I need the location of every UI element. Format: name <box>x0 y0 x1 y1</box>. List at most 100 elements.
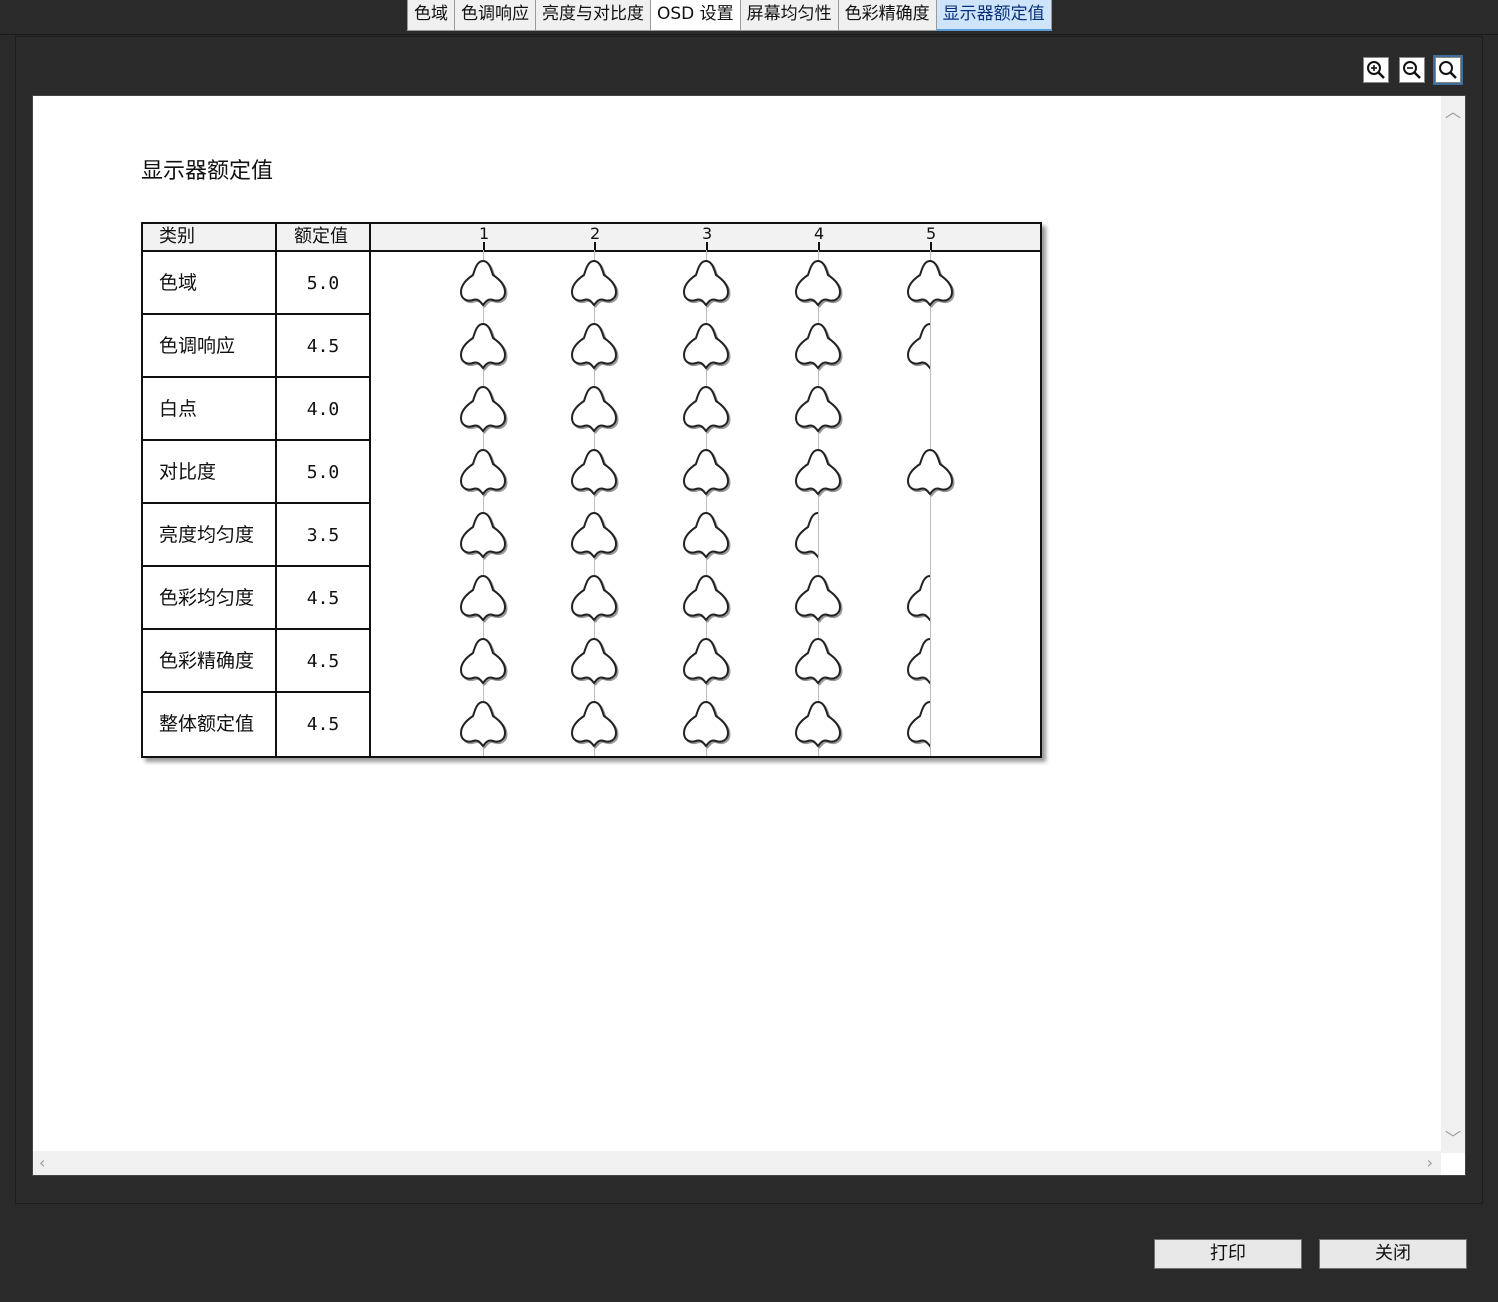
rating-icon <box>459 448 508 497</box>
tab-gamut[interactable]: 色域 <box>407 0 454 31</box>
table-header: 类别 额定值 1 2 3 4 5 <box>143 224 1040 252</box>
row-rating: 4.5 <box>306 714 340 735</box>
rating-icon <box>794 448 843 497</box>
table-row: 对比度 5.0 <box>143 441 370 504</box>
rating-icon <box>906 322 930 370</box>
header-category: 类别 <box>159 226 195 247</box>
zoom-out-button[interactable] <box>1399 57 1425 83</box>
scale-tick <box>483 242 485 250</box>
rating-icon <box>906 448 955 497</box>
scale-label-5: 5 <box>926 224 937 243</box>
rating-icons <box>459 259 955 749</box>
rating-icon <box>459 259 508 308</box>
rating-icon <box>459 574 508 623</box>
rating-icon <box>682 259 731 308</box>
rating-icon <box>682 322 731 371</box>
report-viewport[interactable]: 显示器额定值 类别 额定值 1 2 3 4 5 色域 5.0 色调响应 4.5 … <box>32 95 1466 1176</box>
tab-brightness-contrast[interactable]: 亮度与对比度 <box>535 0 650 31</box>
report-title: 显示器额定值 <box>141 159 274 184</box>
row-rating: 4.5 <box>306 651 340 672</box>
rating-icon <box>570 511 619 560</box>
table-row: 白点 4.0 <box>143 378 370 441</box>
rating-table: 类别 额定值 1 2 3 4 5 色域 5.0 色调响应 4.5 白点 4.0 … <box>141 222 1042 758</box>
scale-tick <box>706 242 708 250</box>
rating-icon <box>570 448 619 497</box>
scale-tick <box>594 242 596 250</box>
header-rating: 额定值 <box>294 226 348 247</box>
tab-tone-response[interactable]: 色调响应 <box>454 0 535 31</box>
scale-label-1: 1 <box>479 224 490 243</box>
horizontal-scrollbar[interactable]: ‹ › <box>33 1151 1441 1175</box>
rating-icon <box>794 385 843 434</box>
row-category: 色调响应 <box>159 335 236 357</box>
tab-color-accuracy[interactable]: 色彩精确度 <box>837 0 936 31</box>
rating-icon <box>794 637 843 686</box>
row-category: 对比度 <box>159 461 217 483</box>
row-rating: 5.0 <box>306 273 340 294</box>
close-button[interactable]: 关闭 <box>1319 1239 1467 1269</box>
rating-icon <box>794 511 818 559</box>
row-rating: 4.0 <box>306 399 340 420</box>
rating-icon <box>682 700 731 749</box>
rating-icon <box>682 637 731 686</box>
row-rating: 4.5 <box>306 336 340 357</box>
zoom-in-button[interactable] <box>1363 57 1389 83</box>
rating-icon <box>794 322 843 371</box>
tab-bar: 色域 色调响应 亮度与对比度 OSD 设置 屏幕均匀性 色彩精确度 显示器额定值 <box>0 0 1498 35</box>
tab-screen-uniformity[interactable]: 屏幕均匀性 <box>739 0 838 31</box>
table-row: 色域 5.0 <box>143 252 370 315</box>
rating-icon <box>459 700 508 749</box>
scroll-right-icon[interactable]: › <box>1427 1155 1433 1171</box>
zoom-in-icon <box>1367 61 1385 79</box>
rating-icon <box>570 385 619 434</box>
row-category: 亮度均匀度 <box>159 524 255 546</box>
rating-icon <box>570 322 619 371</box>
table-row: 亮度均匀度 3.5 <box>143 504 370 567</box>
row-category: 整体额定值 <box>159 713 255 735</box>
zoom-fit-button[interactable] <box>1433 55 1463 85</box>
rating-icon <box>682 574 731 623</box>
rating-icon <box>682 511 731 560</box>
row-rating: 5.0 <box>306 462 340 483</box>
rating-icon <box>459 385 508 434</box>
scale-label-4: 4 <box>814 224 825 243</box>
vertical-scrollbar[interactable]: ︿ ﹀ <box>1441 96 1465 1153</box>
rating-icon <box>794 574 843 623</box>
row-rating: 4.5 <box>306 588 340 609</box>
rating-icon <box>794 259 843 308</box>
rating-icon <box>794 700 843 749</box>
row-category: 白点 <box>159 398 198 420</box>
scale-label-2: 2 <box>590 224 601 243</box>
rating-icon <box>682 448 731 497</box>
rows: 色域 5.0 色调响应 4.5 白点 4.0 对比度 5.0 亮度均匀度 3.5… <box>143 252 370 756</box>
print-button[interactable]: 打印 <box>1154 1239 1302 1269</box>
table-row: 色彩均匀度 4.5 <box>143 567 370 630</box>
table-row: 色彩精确度 4.5 <box>143 630 370 693</box>
scale-label-3: 3 <box>702 224 713 243</box>
row-category: 色彩精确度 <box>159 650 255 672</box>
zoom-toolbar <box>1363 55 1463 85</box>
scale-tick <box>930 242 932 250</box>
row-rating: 3.5 <box>306 525 340 546</box>
tab-monitor-rating[interactable]: 显示器额定值 <box>935 0 1052 31</box>
zoom-out-icon <box>1403 61 1421 79</box>
row-category: 色彩均匀度 <box>159 587 255 609</box>
rating-icon <box>570 574 619 623</box>
rating-icon <box>906 259 955 308</box>
rating-icon <box>459 637 508 686</box>
scroll-up-icon[interactable]: ︿ <box>1445 104 1461 120</box>
table-row: 整体额定值 4.5 <box>143 693 370 756</box>
rating-icon <box>570 259 619 308</box>
table-row: 色调响应 4.5 <box>143 315 370 378</box>
zoom-fit-icon <box>1439 61 1457 79</box>
rating-icon <box>906 700 930 748</box>
scroll-down-icon[interactable]: ﹀ <box>1445 1131 1461 1147</box>
rating-icon <box>906 637 930 685</box>
rating-icon <box>906 574 930 622</box>
row-category: 色域 <box>159 272 198 294</box>
tabs: 色域 色调响应 亮度与对比度 OSD 设置 屏幕均匀性 色彩精确度 显示器额定值 <box>407 0 1052 33</box>
tab-osd-settings[interactable]: OSD 设置 <box>650 0 740 31</box>
rating-icon <box>459 322 508 371</box>
rating-icon <box>570 700 619 749</box>
scroll-left-icon[interactable]: ‹ <box>39 1155 45 1171</box>
